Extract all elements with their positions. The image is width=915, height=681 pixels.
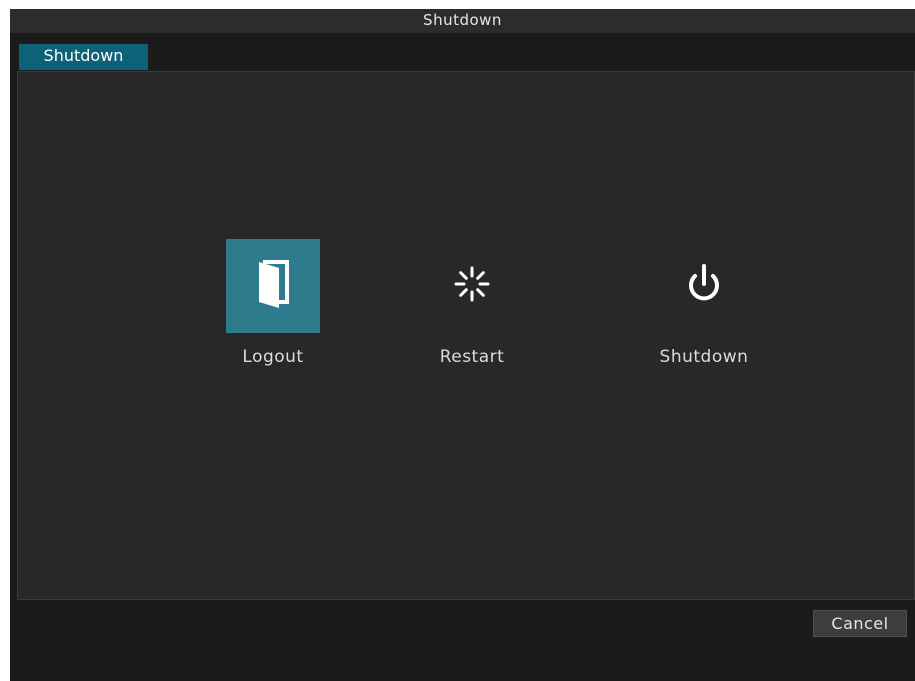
logout-tile[interactable]: [226, 239, 320, 333]
logout-door-icon: [253, 258, 293, 314]
options-panel: Logout Restart Shutdown: [17, 71, 915, 600]
shutdown-label: Shutdown: [659, 347, 749, 367]
power-icon: [684, 262, 724, 310]
restart-spinner-icon: [452, 264, 492, 308]
dialog-title: Shutdown: [10, 9, 915, 34]
restart-tile[interactable]: [425, 239, 519, 333]
restart-option[interactable]: Restart: [392, 239, 552, 379]
logout-option[interactable]: Logout: [193, 239, 353, 379]
shutdown-tile[interactable]: [657, 239, 751, 333]
shutdown-option[interactable]: Shutdown: [624, 239, 784, 379]
shutdown-dialog: Shutdown Shutdown Logout Restart Shutdow…: [10, 9, 915, 681]
tab-bar: Shutdown: [10, 33, 915, 71]
logout-label: Logout: [242, 347, 304, 367]
cancel-button[interactable]: Cancel: [813, 610, 907, 637]
restart-label: Restart: [439, 347, 505, 367]
tab-shutdown[interactable]: Shutdown: [19, 44, 148, 70]
